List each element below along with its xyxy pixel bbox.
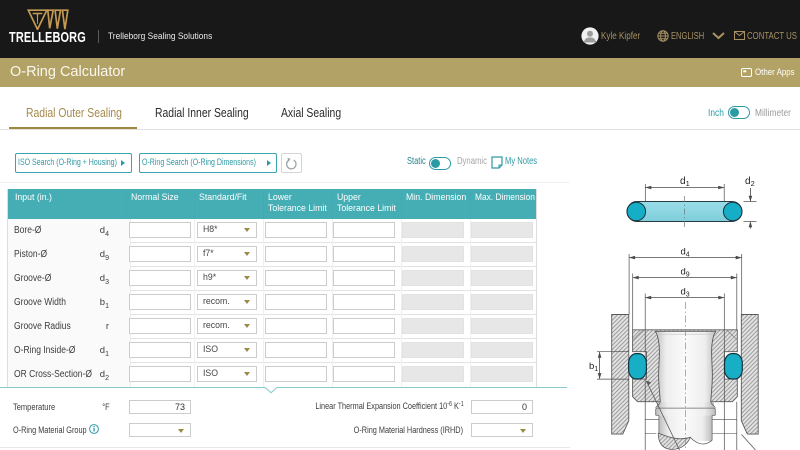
svg-text:d2: d2 [745, 176, 755, 188]
svg-text:d1: d1 [680, 176, 690, 188]
svg-text:d3: d3 [681, 287, 690, 299]
svg-text:b1: b1 [589, 361, 598, 373]
svg-text:d4: d4 [681, 247, 690, 259]
svg-text:d9: d9 [681, 267, 690, 279]
